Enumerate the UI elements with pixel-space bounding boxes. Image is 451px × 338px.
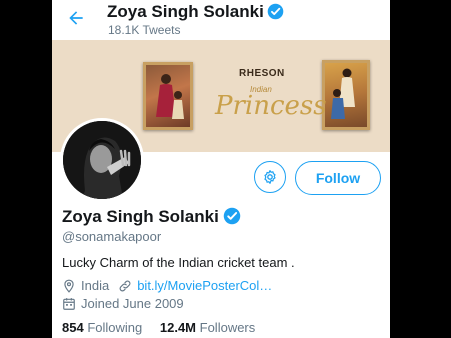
banner-tagline-large: Princess xyxy=(215,91,327,121)
profile-meta-joined-row: Joined June 2009 xyxy=(62,296,184,311)
followers-stat[interactable]: 12.4M Followers xyxy=(160,320,255,335)
profile-name: Zoya Singh Solanki xyxy=(62,207,219,226)
banner-poster-right xyxy=(322,60,370,130)
banner-figure-right xyxy=(331,68,355,119)
follow-stats: 854 Following 12.4M Followers xyxy=(62,320,255,335)
gear-icon xyxy=(264,170,276,184)
profile-screen: Zoya Singh Solanki 18.1K Tweets RHESON I… xyxy=(52,0,390,338)
following-label: Following xyxy=(87,320,143,335)
banner-figure-left xyxy=(156,74,184,119)
profile-joined: Joined June 2009 xyxy=(81,296,184,311)
profile-meta-location-row: India bit.ly/MoviePosterCol… xyxy=(62,278,272,293)
back-arrow-icon[interactable] xyxy=(66,8,86,28)
profile-handle: @sonamakapoor xyxy=(62,229,162,244)
following-count: 854 xyxy=(62,320,84,335)
profile-bio: Lucky Charm of the Indian cricket team . xyxy=(62,255,295,270)
profile-name-row: Zoya Singh Solanki xyxy=(62,207,241,227)
header-name: Zoya Singh Solanki xyxy=(107,2,264,21)
tweet-count: 18.1K Tweets xyxy=(108,23,181,37)
follow-button[interactable]: Follow xyxy=(295,161,381,195)
profile-website-link[interactable]: bit.ly/MoviePosterCol… xyxy=(137,278,272,293)
verified-icon xyxy=(267,3,284,20)
profile-avatar[interactable] xyxy=(60,118,144,202)
following-stat[interactable]: 854 Following xyxy=(62,320,142,335)
header-title: Zoya Singh Solanki xyxy=(107,2,284,22)
profile-location: India xyxy=(81,278,110,293)
settings-button[interactable] xyxy=(254,161,286,193)
followers-count: 12.4M xyxy=(159,320,197,335)
banner-poster-left xyxy=(143,62,193,130)
top-bar: Zoya Singh Solanki 18.1K Tweets xyxy=(52,0,390,40)
link-icon xyxy=(119,280,131,291)
avatar-photo xyxy=(63,121,141,199)
banner-brand: RHESON xyxy=(239,68,285,79)
verified-icon xyxy=(223,207,241,225)
location-pin-icon xyxy=(64,279,74,293)
calendar-icon xyxy=(63,297,75,310)
followers-label: Followers xyxy=(199,320,256,335)
